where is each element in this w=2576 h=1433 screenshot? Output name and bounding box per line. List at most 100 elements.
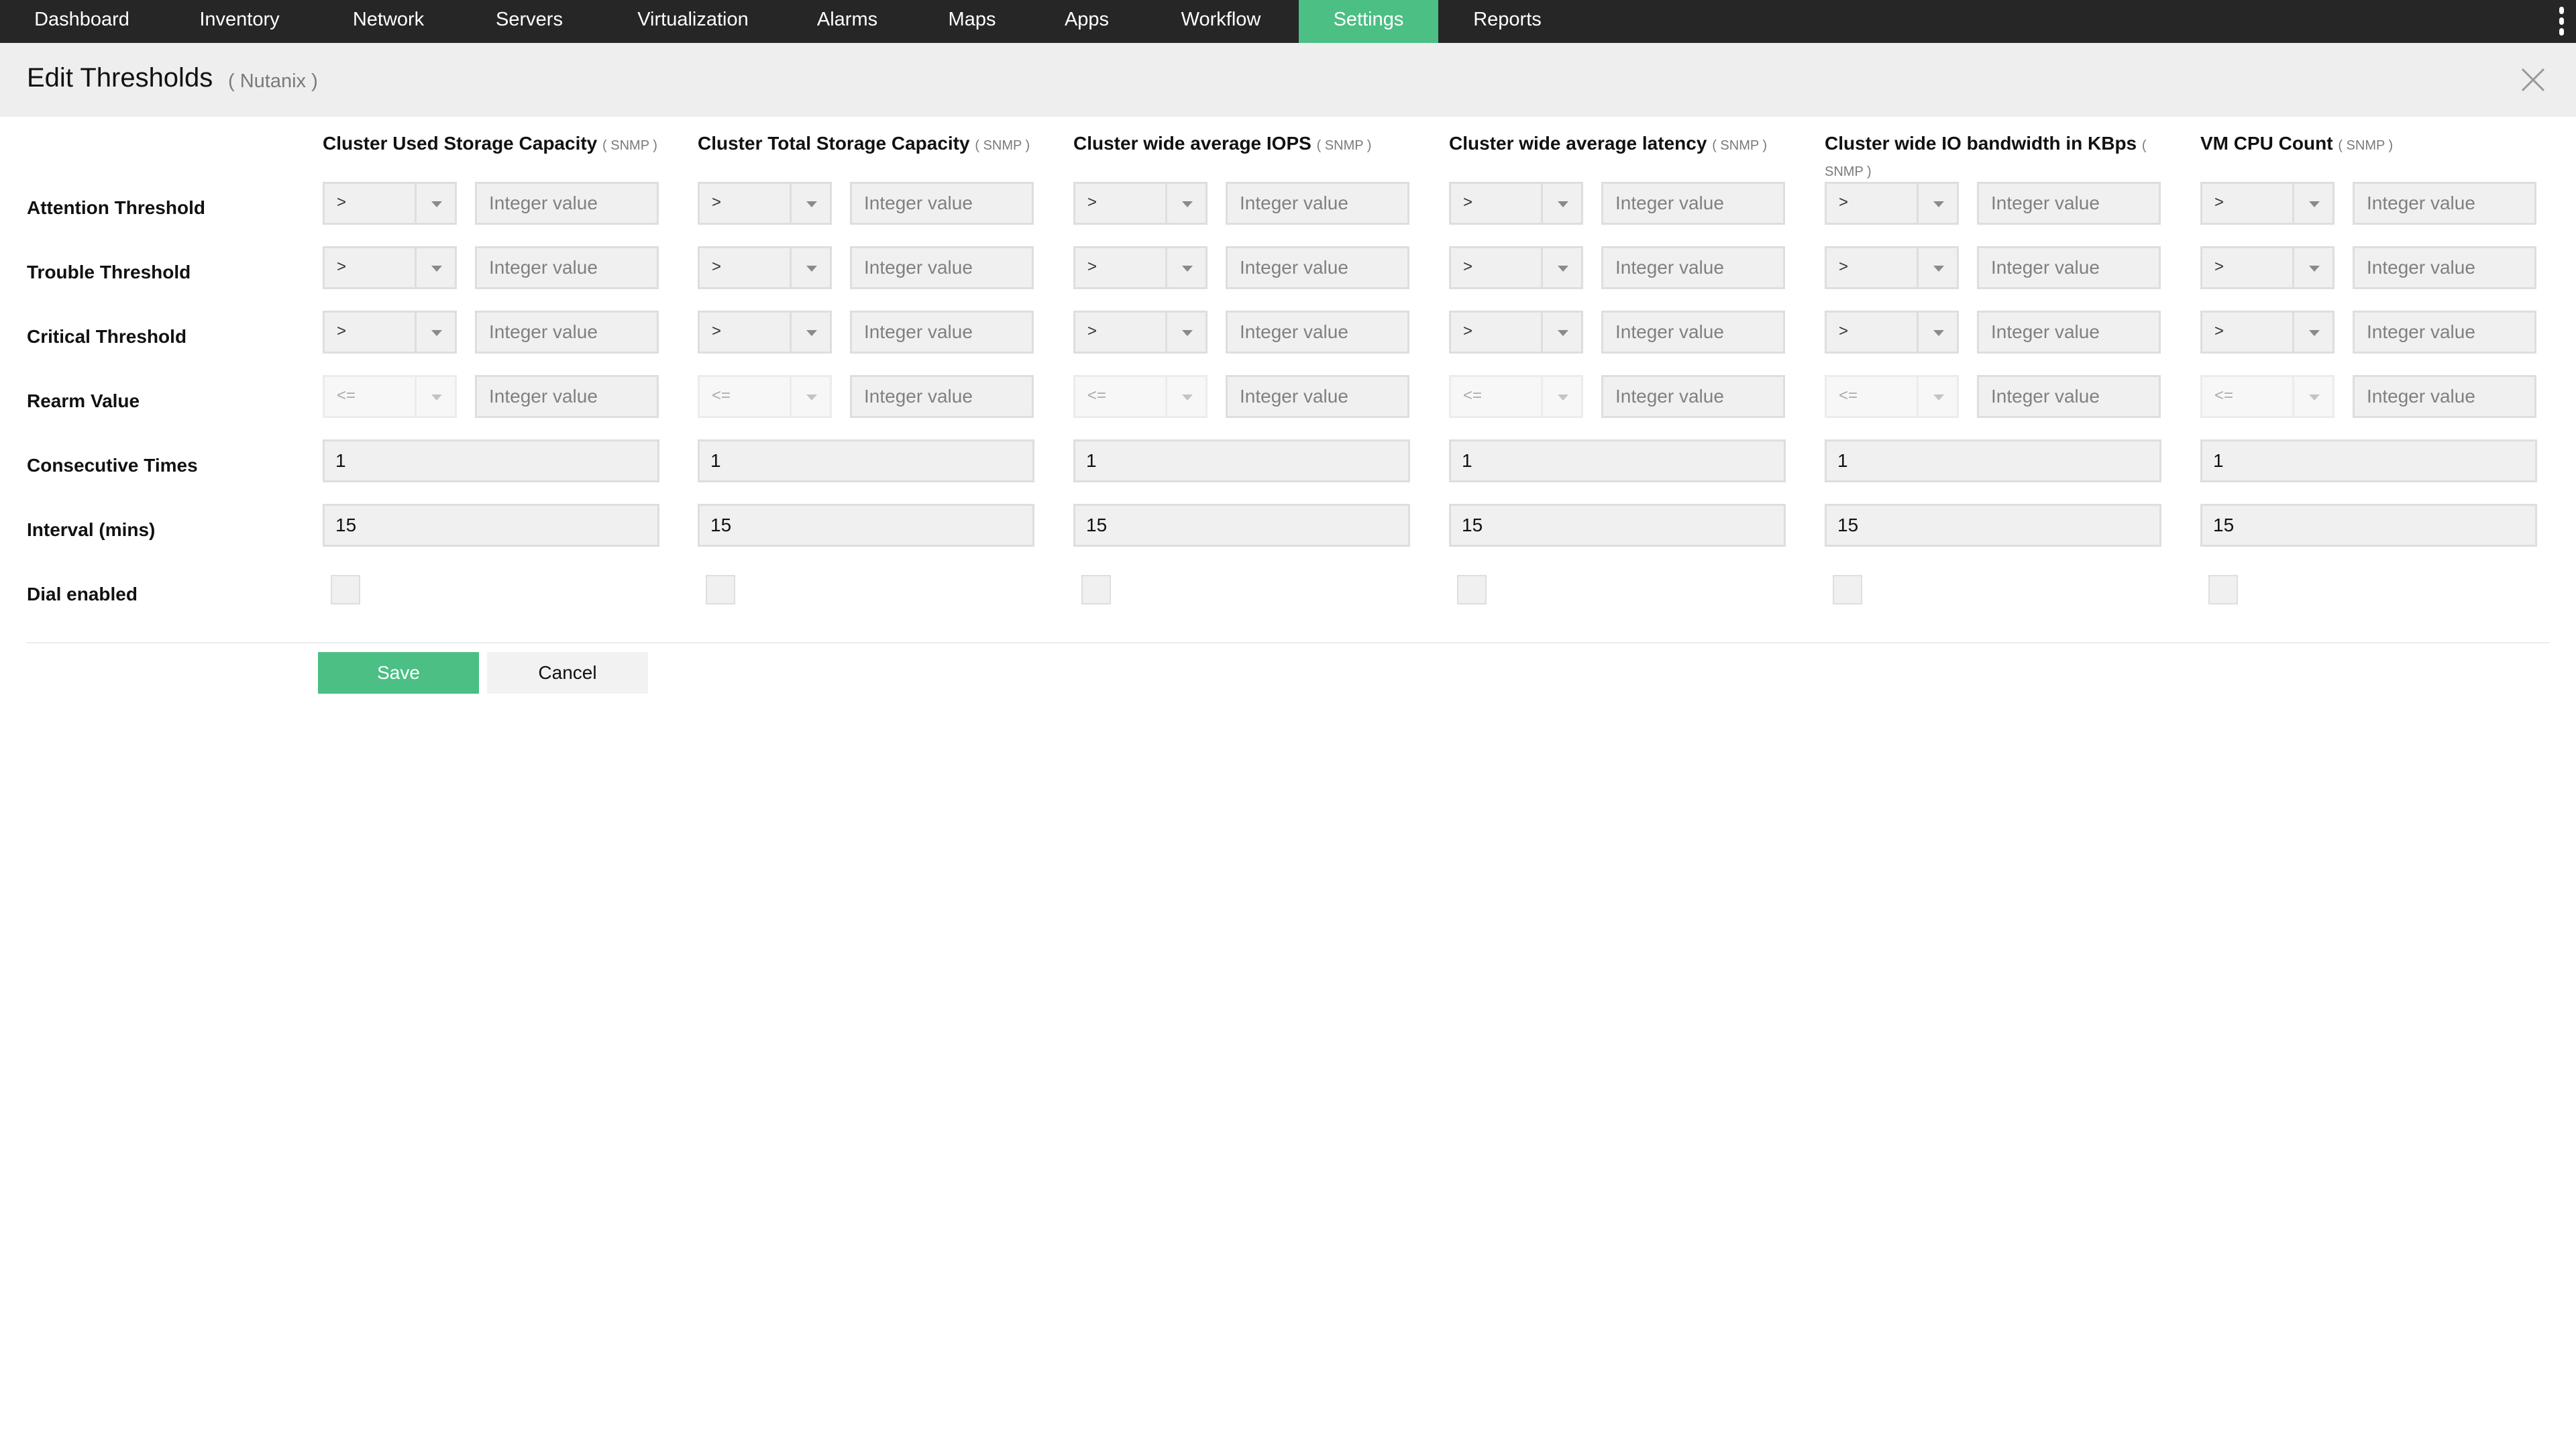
chevron-down-icon[interactable] <box>1541 313 1581 352</box>
attention-operator-select[interactable]: > <box>323 182 457 225</box>
nav-settings[interactable]: Settings <box>1299 0 1438 43</box>
chevron-down-icon[interactable] <box>2292 184 2332 223</box>
trouble-operator-select[interactable]: > <box>1073 246 1208 289</box>
chevron-down-icon[interactable] <box>1917 184 1957 223</box>
trouble-value-input[interactable] <box>475 246 659 289</box>
interval-input[interactable] <box>323 504 659 547</box>
critical-value-input[interactable] <box>475 311 659 354</box>
save-button[interactable]: Save <box>318 652 479 694</box>
consecutive-times-input[interactable] <box>2200 439 2537 482</box>
top-nav-bar: Dashboard Inventory Network Servers Virt… <box>0 0 2576 43</box>
rearm-value-input[interactable] <box>1977 375 2161 418</box>
rearm-value-input[interactable] <box>2353 375 2536 418</box>
interval-input[interactable] <box>1073 504 1410 547</box>
nav-reports[interactable]: Reports <box>1449 0 1566 43</box>
consecutive-times-input[interactable] <box>698 439 1034 482</box>
column-header: Cluster wide IO bandwidth in KBps ( SNMP… <box>1825 131 2180 184</box>
critical-operator-select[interactable]: > <box>323 311 457 354</box>
rearm-value-input[interactable] <box>1601 375 1785 418</box>
nav-workflow[interactable]: Workflow <box>1154 0 1288 43</box>
chevron-down-icon[interactable] <box>415 248 455 287</box>
attention-value-input[interactable] <box>1977 182 2161 225</box>
critical-operator-select[interactable]: > <box>1825 311 1959 354</box>
dial-enabled-checkbox[interactable] <box>706 575 735 604</box>
trouble-value-input[interactable] <box>2353 246 2536 289</box>
critical-operator-select[interactable]: > <box>698 311 832 354</box>
dial-enabled-checkbox[interactable] <box>2208 575 2238 604</box>
critical-operator-select[interactable]: > <box>2200 311 2334 354</box>
attention-operator-select[interactable]: > <box>1073 182 1208 225</box>
critical-value-input[interactable] <box>850 311 1034 354</box>
consecutive-times-input[interactable] <box>323 439 659 482</box>
chevron-down-icon[interactable] <box>790 313 830 352</box>
nav-virtualization[interactable]: Virtualization <box>610 0 775 43</box>
close-icon[interactable] <box>2520 66 2546 93</box>
attention-value-input[interactable] <box>1226 182 1409 225</box>
trouble-operator-select[interactable]: > <box>1825 246 1959 289</box>
chevron-down-icon[interactable] <box>1165 313 1205 352</box>
trouble-value-input[interactable] <box>1601 246 1785 289</box>
trouble-operator-select[interactable]: > <box>2200 246 2334 289</box>
attention-value-input[interactable] <box>2353 182 2536 225</box>
nav-dashboard[interactable]: Dashboard <box>16 0 148 43</box>
chevron-down-icon[interactable] <box>1917 248 1957 287</box>
column-header: Cluster Used Storage Capacity ( SNMP ) <box>323 131 678 158</box>
consecutive-times-input[interactable] <box>1449 439 1786 482</box>
chevron-down-icon <box>790 377 830 416</box>
rearm-operator-select: <= <box>1825 375 1959 418</box>
chevron-down-icon[interactable] <box>415 313 455 352</box>
chevron-down-icon[interactable] <box>1541 248 1581 287</box>
critical-value-input[interactable] <box>1977 311 2161 354</box>
critical-operator-select[interactable]: > <box>1449 311 1583 354</box>
trouble-operator-select[interactable]: > <box>698 246 832 289</box>
chevron-down-icon[interactable] <box>2292 248 2332 287</box>
interval-input[interactable] <box>1825 504 2161 547</box>
attention-value-input[interactable] <box>850 182 1034 225</box>
consecutive-times-input[interactable] <box>1073 439 1410 482</box>
nav-maps[interactable]: Maps <box>920 0 1024 43</box>
nav-network[interactable]: Network <box>326 0 451 43</box>
consecutive-times-input[interactable] <box>1825 439 2161 482</box>
trouble-value-input[interactable] <box>850 246 1034 289</box>
trouble-operator-select[interactable]: > <box>323 246 457 289</box>
chevron-down-icon[interactable] <box>1541 184 1581 223</box>
chevron-down-icon[interactable] <box>790 184 830 223</box>
chevron-down-icon[interactable] <box>1917 313 1957 352</box>
attention-operator-select[interactable]: > <box>2200 182 2334 225</box>
critical-value-input[interactable] <box>1601 311 1785 354</box>
attention-operator-select[interactable]: > <box>698 182 832 225</box>
dial-enabled-checkbox[interactable] <box>1081 575 1111 604</box>
trouble-value-input[interactable] <box>1226 246 1409 289</box>
critical-value-input[interactable] <box>2353 311 2536 354</box>
attention-operator-select[interactable]: > <box>1825 182 1959 225</box>
rearm-value-input[interactable] <box>475 375 659 418</box>
dial-enabled-checkbox[interactable] <box>1457 575 1487 604</box>
critical-value-input[interactable] <box>1226 311 1409 354</box>
operator-value: > <box>1087 258 1097 276</box>
trouble-operator-select[interactable]: > <box>1449 246 1583 289</box>
cancel-button[interactable]: Cancel <box>487 652 648 694</box>
dial-enabled-checkbox[interactable] <box>1833 575 1862 604</box>
interval-input[interactable] <box>2200 504 2537 547</box>
attention-operator-select[interactable]: > <box>1449 182 1583 225</box>
chevron-down-icon[interactable] <box>1165 184 1205 223</box>
interval-input[interactable] <box>1449 504 1786 547</box>
chevron-down-icon[interactable] <box>2292 313 2332 352</box>
attention-value-input[interactable] <box>1601 182 1785 225</box>
interval-input[interactable] <box>698 504 1034 547</box>
critical-operator-select[interactable]: > <box>1073 311 1208 354</box>
rearm-value-input[interactable] <box>1226 375 1409 418</box>
trouble-value-input[interactable] <box>1977 246 2161 289</box>
nav-inventory[interactable]: Inventory <box>176 0 303 43</box>
chevron-down-icon[interactable] <box>415 184 455 223</box>
nav-servers[interactable]: Servers <box>470 0 589 43</box>
operator-value: > <box>1839 322 1849 340</box>
nav-apps[interactable]: Apps <box>1033 0 1140 43</box>
kebab-vertical-icon[interactable] <box>2556 5 2567 38</box>
dial-enabled-checkbox[interactable] <box>331 575 360 604</box>
chevron-down-icon[interactable] <box>790 248 830 287</box>
rearm-value-input[interactable] <box>850 375 1034 418</box>
chevron-down-icon[interactable] <box>1165 248 1205 287</box>
nav-alarms[interactable]: Alarms <box>792 0 903 43</box>
attention-value-input[interactable] <box>475 182 659 225</box>
